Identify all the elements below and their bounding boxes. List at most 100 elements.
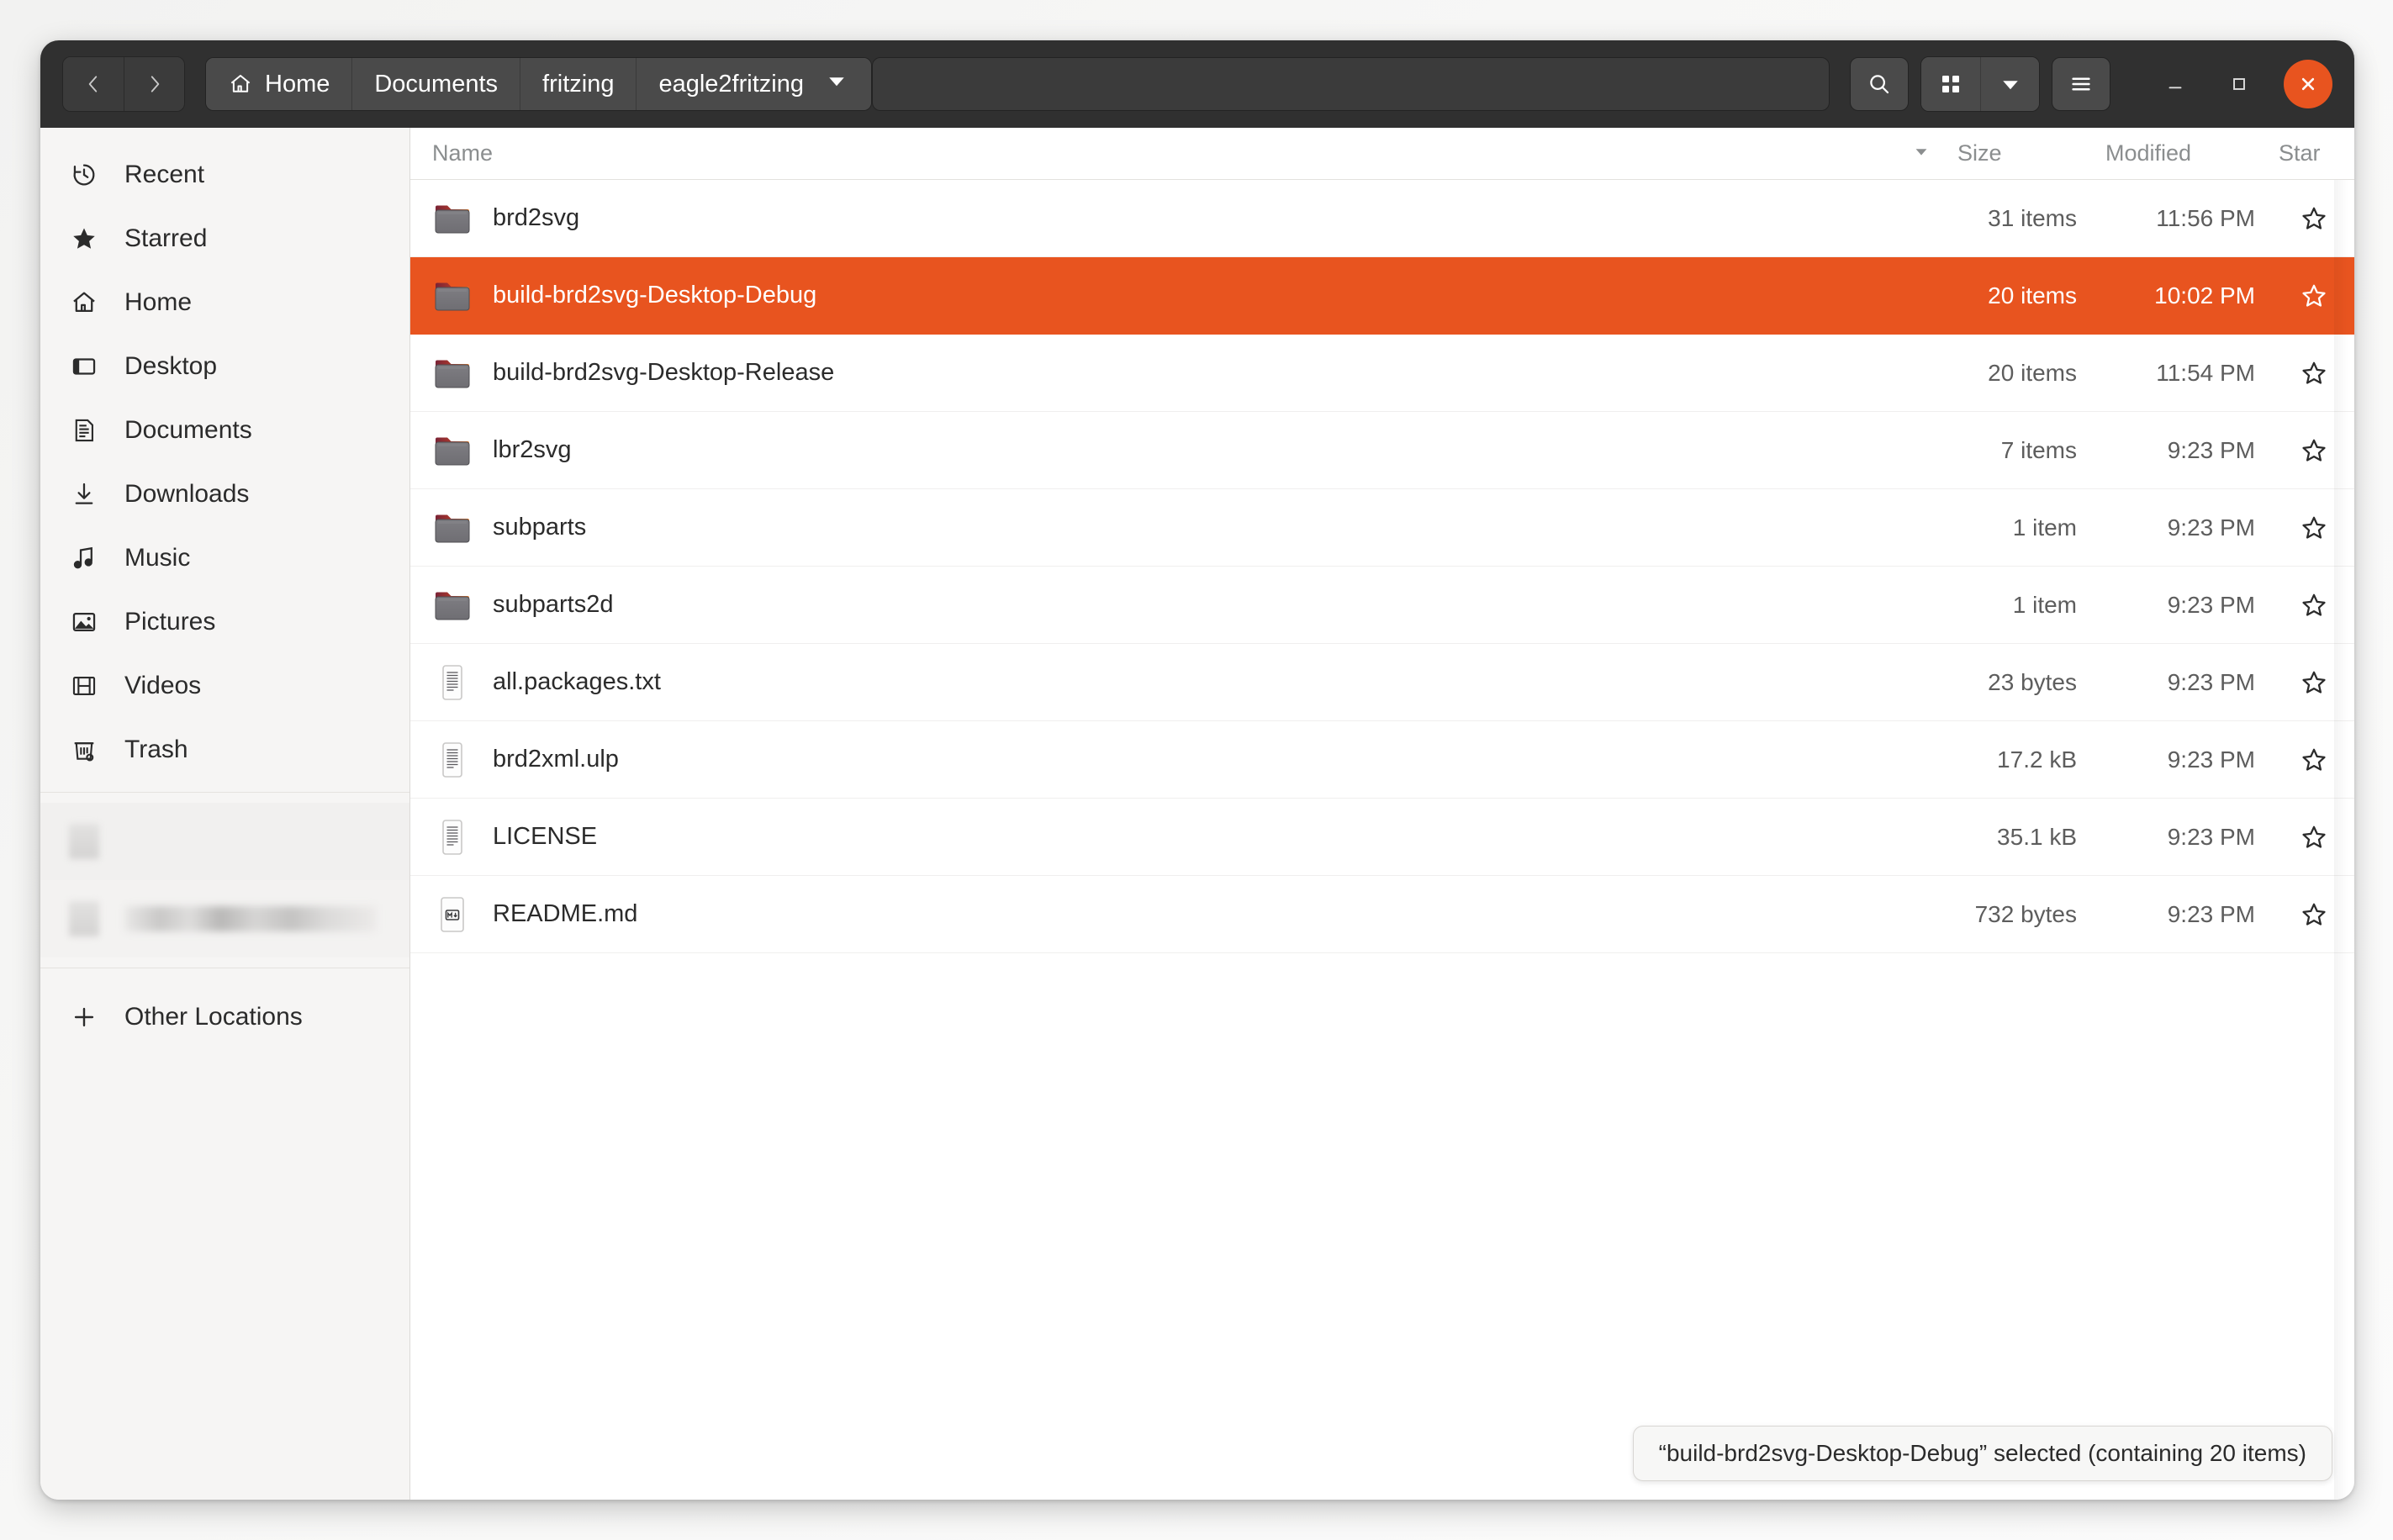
sidebar-item-music[interactable]: Music: [40, 526, 409, 590]
file-size-cell: 20 items: [1988, 359, 2077, 386]
file-size-cell: 1 item: [2012, 514, 2077, 541]
breadcrumb-item-documents[interactable]: Documents: [351, 58, 520, 110]
star-outline-icon: [2302, 593, 2326, 616]
table-row[interactable]: LICENSE 35.1 kB 9:23 PM: [410, 799, 2354, 876]
text-file-icon: [432, 740, 473, 780]
sidebar-item-label: Downloads: [124, 480, 250, 508]
sidebar-item-other-locations[interactable]: Other Locations: [40, 985, 409, 1049]
star-toggle[interactable]: [2274, 282, 2354, 310]
star-icon: [69, 224, 99, 254]
table-row[interactable]: subparts 1 item 9:23 PM: [410, 489, 2354, 567]
file-name-cell[interactable]: subparts: [410, 508, 1946, 548]
view-options-button[interactable]: [1980, 57, 2039, 111]
file-name-label: all.packages.txt: [493, 668, 661, 695]
file-name-label: lbr2svg: [493, 436, 572, 463]
column-header-size[interactable]: Size: [1946, 140, 2105, 166]
back-button[interactable]: [63, 57, 124, 111]
file-size-cell: 35.1 kB: [1997, 823, 2077, 850]
file-name-label: LICENSE: [493, 823, 598, 850]
chevron-down-icon: [1912, 140, 1931, 166]
file-name-label: build-brd2svg-Desktop-Release: [493, 359, 835, 386]
sidebar-item-documents[interactable]: Documents: [40, 398, 409, 462]
breadcrumb-item-eagle2fritzing[interactable]: eagle2fritzing: [636, 58, 871, 110]
sidebar-item-recent[interactable]: Recent: [40, 143, 409, 207]
breadcrumb-label: eagle2fritzing: [658, 70, 804, 98]
forward-button[interactable]: [124, 57, 184, 111]
star-toggle[interactable]: [2274, 668, 2354, 697]
close-button[interactable]: [2284, 60, 2332, 108]
sidebar-item-trash[interactable]: Trash: [40, 718, 409, 782]
star-toggle[interactable]: [2274, 746, 2354, 774]
maximize-button[interactable]: [2220, 65, 2258, 103]
minimize-button[interactable]: [2156, 65, 2195, 103]
table-row[interactable]: README.md 732 bytes 9:23 PM: [410, 876, 2354, 953]
breadcrumb-item-fritzing[interactable]: fritzing: [520, 58, 637, 110]
search-button[interactable]: [1850, 57, 1909, 111]
file-name-cell[interactable]: README.md: [410, 894, 1946, 935]
star-toggle[interactable]: [2274, 436, 2354, 465]
sidebar-item-desktop[interactable]: Desktop: [40, 335, 409, 398]
file-name-cell[interactable]: brd2svg: [410, 198, 1946, 239]
sidebar-item-redacted-1[interactable]: [40, 803, 409, 880]
folder-icon: [435, 437, 470, 465]
file-modified-cell: 11:54 PM: [2156, 359, 2255, 386]
table-row[interactable]: subparts2d 1 item 9:23 PM: [410, 567, 2354, 644]
document-icon: [69, 415, 99, 446]
star-toggle[interactable]: [2274, 514, 2354, 542]
file-modified-cell: 9:23 PM: [2167, 436, 2255, 463]
hamburger-menu-icon: [2072, 77, 2090, 91]
header-bar: Home Documents fritzing eagle2fritzing: [40, 40, 2354, 128]
star-toggle[interactable]: [2274, 900, 2354, 929]
folder-icon: [432, 430, 473, 471]
text-file-icon: [432, 817, 473, 857]
star-toggle[interactable]: [2274, 204, 2354, 233]
breadcrumb-label: Home: [265, 70, 330, 98]
path-bar-empty-area[interactable]: [871, 57, 1830, 111]
column-header-modified[interactable]: Modified: [2105, 140, 2274, 166]
file-name-cell[interactable]: brd2xml.ulp: [410, 740, 1946, 780]
table-row[interactable]: lbr2svg 7 items 9:23 PM: [410, 412, 2354, 489]
trash-icon: [69, 735, 99, 765]
sidebar-item-label: [124, 906, 377, 931]
file-modified-cell: 9:23 PM: [2167, 514, 2255, 541]
text-file-icon: [442, 819, 462, 855]
sidebar-item-videos[interactable]: Videos: [40, 654, 409, 718]
sidebar-item-redacted-2[interactable]: [40, 880, 409, 957]
sidebar-item-downloads[interactable]: Downloads: [40, 462, 409, 526]
star-toggle[interactable]: [2274, 359, 2354, 388]
file-name-cell[interactable]: all.packages.txt: [410, 662, 1946, 703]
file-name-cell[interactable]: build-brd2svg-Desktop-Release: [410, 353, 1946, 393]
search-icon: [1870, 75, 1889, 94]
star-toggle[interactable]: [2274, 823, 2354, 852]
table-row[interactable]: build-brd2svg-Desktop-Release 20 items 11:…: [410, 335, 2354, 412]
grid-view-button[interactable]: [1921, 57, 1980, 111]
main-menu-button[interactable]: [2052, 57, 2110, 111]
text-file-icon: [442, 664, 462, 700]
folder-icon: [432, 585, 473, 625]
table-row[interactable]: build-brd2svg-Desktop-Debug 20 items 10:02…: [410, 257, 2354, 335]
sidebar-item-home[interactable]: Home: [40, 271, 409, 335]
table-row[interactable]: brd2xml.ulp 17.2 kB 9:23 PM: [410, 721, 2354, 799]
navigation-button-group: [62, 56, 185, 112]
file-name-cell[interactable]: lbr2svg: [410, 430, 1946, 471]
window-controls: [2156, 60, 2332, 108]
file-name-label: subparts: [493, 514, 587, 541]
table-row[interactable]: all.packages.txt 23 bytes 9:23 PM: [410, 644, 2354, 721]
column-header-star[interactable]: Star: [2274, 140, 2354, 166]
sidebar: Recent Starred Home Desktop Documents Do…: [40, 128, 410, 1500]
column-headers: Name Size Modified Star: [410, 128, 2354, 180]
file-list-view: Name Size Modified Star brd2svg 31 items 1…: [410, 128, 2354, 1500]
sidebar-item-starred[interactable]: Starred: [40, 207, 409, 271]
file-name-cell[interactable]: subparts2d: [410, 585, 1946, 625]
markdown-file-icon: [441, 896, 464, 932]
file-name-cell[interactable]: LICENSE: [410, 817, 1946, 857]
column-header-name[interactable]: Name: [410, 140, 1946, 166]
table-row[interactable]: brd2svg 31 items 11:56 PM: [410, 180, 2354, 257]
file-size-cell: 17.2 kB: [1997, 746, 2077, 773]
home-icon: [69, 287, 99, 318]
breadcrumb-item-home[interactable]: Home: [206, 58, 352, 110]
breadcrumb-label: Documents: [374, 70, 499, 98]
sidebar-item-pictures[interactable]: Pictures: [40, 590, 409, 654]
star-toggle[interactable]: [2274, 591, 2354, 620]
file-name-cell[interactable]: build-brd2svg-Desktop-Debug: [410, 276, 1946, 316]
